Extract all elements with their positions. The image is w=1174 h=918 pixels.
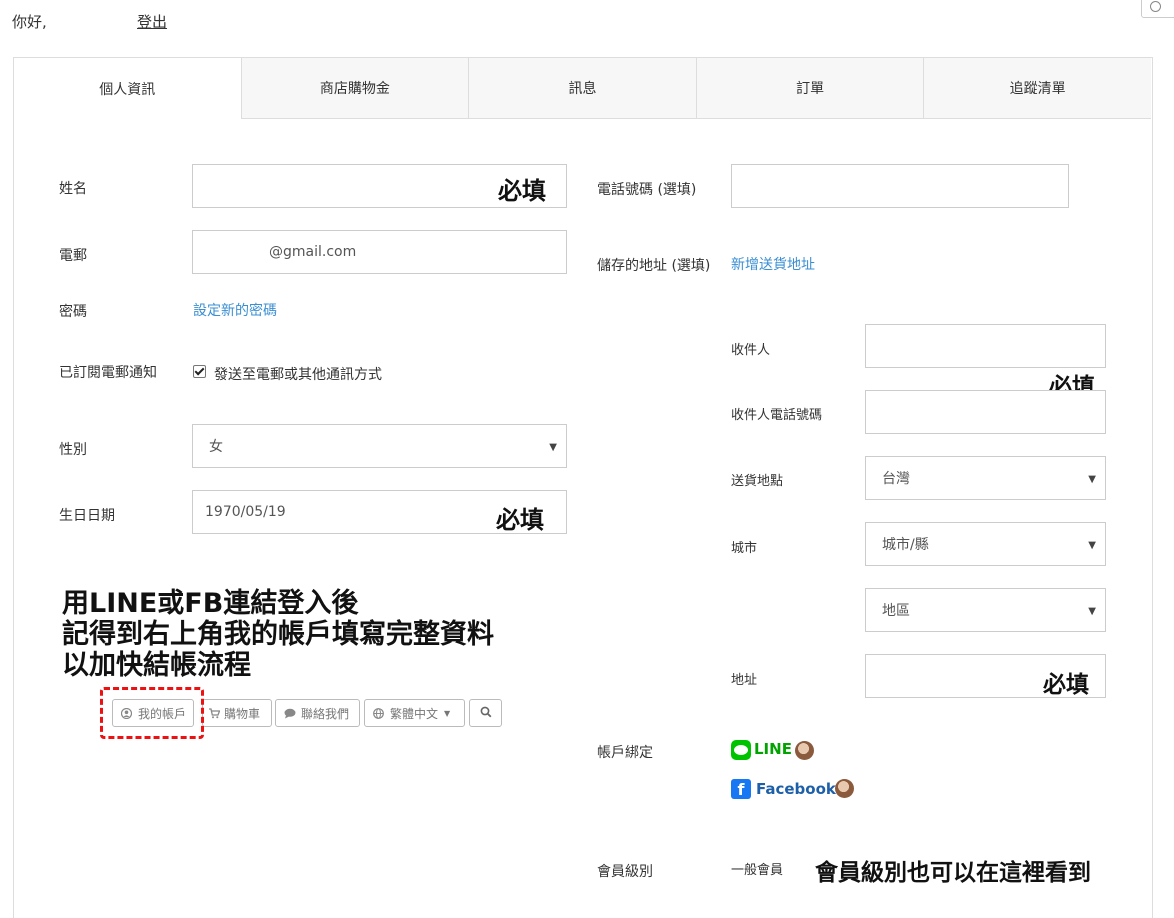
search-button[interactable]: [469, 699, 502, 727]
birthday-value: 1970/05/19: [205, 504, 286, 520]
tab-profile[interactable]: 個人資訊: [14, 58, 242, 119]
address-label: 地址: [731, 673, 758, 688]
district-select[interactable]: 地區 ▼: [865, 588, 1106, 632]
email-value: @gmail.com: [269, 244, 357, 260]
delivery-location-select[interactable]: 台灣 ▼: [865, 456, 1106, 500]
caret-down-icon: ▼: [1088, 474, 1096, 485]
caret-down-icon: ▼: [444, 708, 451, 718]
required-note: 必填: [498, 177, 546, 205]
phone-label: 電話號碼 (選填): [597, 182, 697, 198]
cart-button[interactable]: 購物車: [202, 699, 272, 727]
gender-select[interactable]: 女 ▼: [192, 424, 567, 468]
facebook-avatar: [835, 779, 854, 798]
facebook-binding-label[interactable]: Facebook: [756, 780, 836, 798]
facebook-icon: f: [731, 779, 751, 799]
password-label: 密碼: [59, 304, 87, 320]
required-note: 必填: [1043, 672, 1089, 698]
recipient-label: 收件人: [731, 343, 771, 358]
delivery-location-value: 台灣: [882, 471, 910, 487]
login-tip: 用LINE或FB連結登入後 記得到右上角我的帳戶填寫完整資料 以加快結帳流程: [62, 588, 494, 681]
line-icon: [731, 740, 751, 760]
set-password-link[interactable]: 設定新的密碼: [193, 300, 277, 320]
member-level-value: 一般會員: [731, 863, 784, 878]
language-selector[interactable]: 繁體中文 ▼: [364, 699, 465, 727]
name-label: 姓名: [59, 181, 87, 197]
recipient-phone-input[interactable]: [865, 390, 1106, 434]
member-level-tip: 會員級別也可以在這裡看到: [815, 860, 1091, 886]
login-tip-line: 以加快結帳流程: [62, 650, 251, 681]
email-input[interactable]: @gmail.com: [192, 230, 567, 274]
contact-us-button[interactable]: 聯絡我們: [275, 699, 360, 727]
cart-icon: [209, 707, 221, 719]
subscribe-checkbox[interactable]: [193, 365, 206, 378]
delivery-location-label: 送貨地點: [731, 474, 784, 489]
tab-store-credit[interactable]: 商店購物金: [241, 58, 469, 119]
contact-us-label: 聯絡我們: [301, 706, 350, 721]
language-label: 繁體中文: [390, 706, 439, 721]
subscribe-option-label: 發送至電郵或其他通訊方式: [214, 367, 382, 383]
cart-label: 購物車: [224, 706, 261, 721]
city-label: 城市: [731, 541, 758, 556]
tab-orders[interactable]: 訂單: [695, 58, 924, 119]
birthday-label: 生日日期: [59, 508, 115, 524]
recipient-phone-label: 收件人電話號碼: [731, 408, 823, 423]
gender-label: 性別: [59, 442, 87, 458]
user-icon: [1150, 1, 1161, 12]
required-note: 必填: [496, 506, 544, 534]
email-label: 電郵: [59, 248, 87, 264]
search-icon: [480, 706, 492, 721]
globe-icon: [373, 707, 384, 719]
logout-link[interactable]: 登出: [137, 11, 167, 32]
gender-value: 女: [209, 439, 223, 455]
account-binding-label: 帳戶綁定: [597, 745, 653, 761]
subscribe-label: 已訂閱電郵通知: [59, 365, 157, 381]
caret-down-icon: ▼: [549, 442, 557, 453]
add-address-link[interactable]: 新增送貨地址: [731, 254, 815, 274]
chat-icon: [284, 708, 296, 719]
login-tip-line: 用LINE或FB連結登入後: [62, 588, 359, 619]
line-avatar: [795, 741, 814, 760]
login-tip-line: 記得到右上角我的帳戶填寫完整資料: [62, 619, 494, 650]
my-account-highlight: [100, 687, 204, 739]
caret-down-icon: ▼: [1088, 540, 1096, 551]
saved-address-label: 儲存的地址 (選填): [597, 258, 711, 274]
greeting-text: 你好,: [12, 13, 47, 31]
city-value: 城市/縣: [882, 537, 929, 553]
caret-down-icon: ▼: [1088, 606, 1096, 617]
recipient-input[interactable]: [865, 324, 1106, 368]
phone-input[interactable]: [731, 164, 1069, 208]
city-select[interactable]: 城市/縣 ▼: [865, 522, 1106, 566]
tab-messages[interactable]: 訊息: [468, 58, 696, 119]
account-menu-button[interactable]: [1141, 0, 1174, 18]
account-tabs: 個人資訊 商店購物金 訊息 訂單 追蹤清單: [14, 58, 1151, 119]
member-level-label: 會員級別: [597, 864, 653, 880]
district-value: 地區: [882, 603, 910, 619]
line-binding-label[interactable]: LINE: [754, 740, 792, 758]
tab-wishlist[interactable]: 追蹤清單: [923, 58, 1151, 119]
